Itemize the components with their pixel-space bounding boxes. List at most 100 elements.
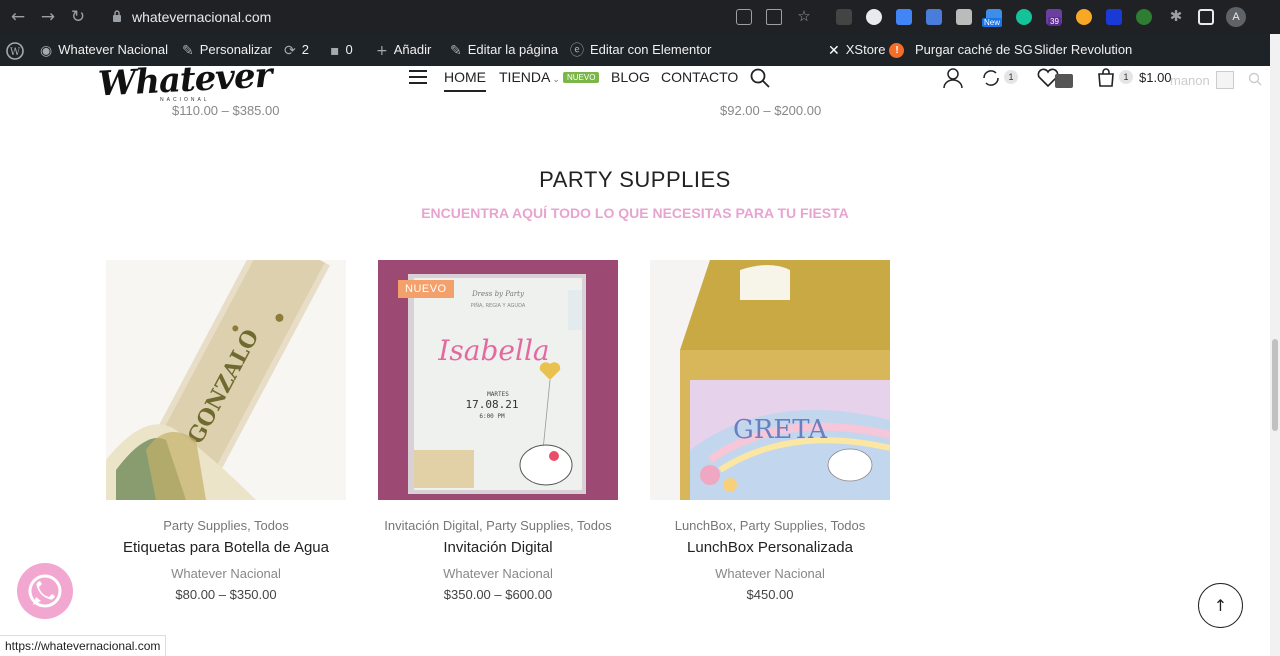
svg-text:W: W — [10, 47, 21, 58]
xstore-alert-badge: ! — [889, 43, 905, 59]
whatsapp-button[interactable] — [17, 563, 73, 619]
extension-orange-icon[interactable] — [1076, 9, 1092, 25]
url-text[interactable]: whatevernacional.com — [132, 9, 271, 25]
profile-avatar[interactable]: A — [1226, 7, 1246, 27]
nav-home[interactable]: HOME — [444, 69, 486, 92]
grammarly-icon[interactable] — [1016, 9, 1032, 25]
slider-revolution-link[interactable]: Slider Revolution — [1034, 34, 1132, 66]
edit-elementor-link[interactable]: ⓔ Editar con Elementor — [570, 34, 711, 66]
reload-icon[interactable]: ↻ — [68, 7, 88, 27]
invite-line-text: PIÑA, REGIA Y AGUDA — [471, 302, 526, 309]
compare-icon[interactable] — [981, 68, 1001, 88]
comments-link[interactable]: ▪ 0 — [330, 34, 353, 66]
browser-toolbar: ← → ↻ whatevernacional.com ☆ New 39 ✱ A — [0, 0, 1280, 34]
section-title: PARTY SUPPLIES — [539, 167, 731, 192]
product-brand[interactable]: Whatever Nacional — [650, 566, 890, 581]
tienda-new-badge: NUEVO — [563, 72, 600, 83]
section-subtitle: ENCUENTRA AQUÍ TODO LO QUE NECESITAS PAR… — [421, 205, 849, 221]
whatsapp-icon — [28, 574, 62, 608]
link-status-bar: https://whatevernacional.com — [0, 635, 167, 656]
globe-icon[interactable] — [866, 9, 882, 25]
product-brand[interactable]: Whatever Nacional — [106, 566, 346, 581]
plus-icon: + — [376, 42, 388, 59]
product-image[interactable]: Dress by Party PIÑA, REGIA Y AGUDA Isabe… — [378, 260, 618, 500]
forward-icon[interactable]: → — [38, 7, 58, 27]
compare-count: 1 — [1004, 70, 1018, 84]
nav-contacto[interactable]: CONTACTO — [661, 69, 738, 85]
counter-extension-icon[interactable]: 39 — [1046, 9, 1062, 26]
wordpress-icon[interactable]: W — [6, 34, 24, 66]
add-new-link[interactable]: + Añadir — [376, 34, 431, 66]
translate-extension-icon[interactable] — [926, 9, 942, 25]
invite-time-text: 6:00 PM — [479, 413, 505, 420]
previous-row-price: $110.00 – $385.00 — [172, 103, 280, 118]
product-card[interactable]: Dress by Party PIÑA, REGIA Y AGUDA Isabe… — [378, 260, 618, 602]
comment-icon: ▪ — [330, 42, 340, 59]
product-image[interactable]: GRETA — [650, 260, 890, 500]
nav-tienda[interactable]: TIENDA ⌄ — [499, 69, 560, 85]
product-price: $350.00 – $600.00 — [443, 587, 553, 602]
xstore-link[interactable]: ✕ XStore! — [828, 34, 905, 66]
new-extension-icon[interactable]: New — [982, 9, 1003, 27]
product-price: $80.00 – $350.00 — [175, 587, 277, 602]
bookmark-star-icon[interactable]: ☆ — [794, 6, 814, 26]
updates-link[interactable]: ⟳ 2 — [284, 34, 309, 66]
search-icon[interactable] — [750, 68, 770, 88]
invite-name-text: Isabella — [437, 334, 549, 367]
sidepanel-icon[interactable] — [1198, 9, 1214, 25]
new-extension-badge: New — [982, 18, 1003, 27]
invite-script-text: Dress by Party — [471, 290, 525, 298]
cart-total[interactable]: $1.00 — [1139, 70, 1172, 85]
product-categories[interactable]: Party Supplies, Todos — [106, 518, 346, 533]
product-title[interactable]: Etiquetas para Botella de Agua — [106, 539, 346, 556]
user-greeting: manon — [1170, 73, 1210, 88]
video-extension-icon[interactable] — [1106, 9, 1122, 25]
nav-blog[interactable]: BLOG — [611, 69, 650, 85]
new-badge: NUEVO — [398, 280, 454, 298]
account-icon[interactable] — [943, 67, 963, 89]
puzzle-icon[interactable]: ✱ — [1166, 6, 1186, 26]
product-image[interactable]: GONZALO — [106, 260, 346, 500]
product-brand[interactable]: Whatever Nacional — [378, 566, 618, 581]
extension-icon[interactable] — [836, 9, 852, 25]
product-price: $450.00 — [746, 587, 794, 602]
wishlist-message-icon[interactable] — [1055, 74, 1073, 88]
leaf-extension-icon[interactable] — [1136, 9, 1152, 25]
extension-count-badge: 39 — [1048, 17, 1061, 26]
product-categories[interactable]: Invitación Digital, Party Supplies, Todo… — [378, 518, 618, 533]
invite-date-text: 17.08.21 — [466, 398, 519, 411]
xstore-icon: ✕ — [828, 42, 840, 59]
invite-day-text: MARTES — [487, 391, 509, 398]
doc-extension-icon[interactable] — [896, 9, 912, 25]
product-title[interactable]: LunchBox Personalizada — [650, 539, 890, 556]
product-card[interactable]: GONZALO Party Supplies, Todos Etiquetas … — [106, 260, 346, 602]
user-avatar[interactable] — [1216, 71, 1234, 89]
page-scrollbar[interactable] — [1270, 34, 1280, 656]
site-header: Whatever NACIONAL HOME TIENDA ⌄ NUEVO BLO… — [0, 55, 1280, 105]
product-categories[interactable]: LunchBox, Party Supplies, Todos — [650, 518, 890, 533]
product-title[interactable]: Invitación Digital — [378, 539, 618, 556]
arrow-up-icon: ↑ — [1213, 596, 1228, 615]
cart-count: 1 — [1119, 70, 1133, 84]
admin-search-icon[interactable] — [1248, 72, 1262, 86]
address-bar[interactable]: whatevernacional.com — [100, 4, 820, 30]
updates-icon: ⟳ — [284, 42, 296, 59]
chevron-down-icon: ⌄ — [552, 74, 560, 84]
product-card[interactable]: GRETA LunchBox, Party Supplies, Todos Lu… — [650, 260, 890, 602]
purge-cache-link[interactable]: Purgar caché de SG — [915, 34, 1033, 66]
previous-row-price: $92.00 – $200.00 — [720, 103, 822, 118]
back-icon[interactable]: ← — [8, 7, 28, 27]
scrollbar-thumb[interactable] — [1272, 339, 1278, 431]
translate-icon[interactable] — [736, 9, 752, 25]
dashboard-icon: ◉ — [40, 42, 53, 59]
box-name-text: GRETA — [733, 415, 828, 445]
cart-icon[interactable] — [1096, 68, 1116, 88]
edit-page-link[interactable]: ✎ Editar la página — [450, 34, 558, 66]
hamburger-menu-icon[interactable] — [409, 70, 427, 84]
share-icon[interactable] — [766, 9, 782, 25]
lock-icon — [113, 10, 121, 22]
camera-extension-icon[interactable] — [956, 9, 972, 25]
elementor-icon: ⓔ — [570, 42, 584, 59]
pencil-icon: ✎ — [450, 42, 462, 59]
back-to-top-button[interactable]: ↑ — [1198, 583, 1243, 628]
